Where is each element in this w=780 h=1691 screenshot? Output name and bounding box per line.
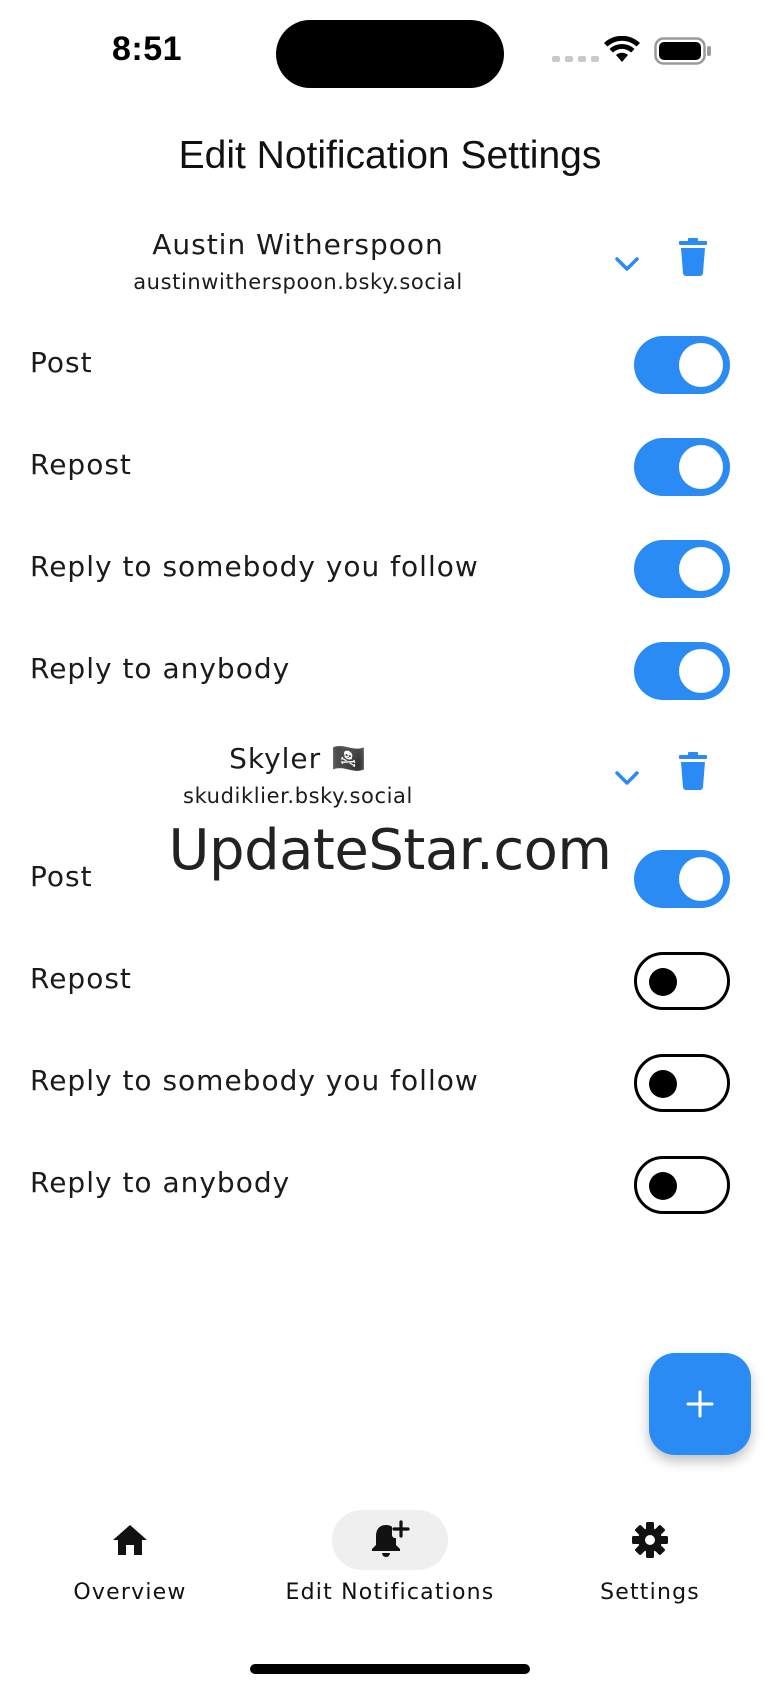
trash-icon[interactable]	[678, 752, 708, 790]
nav-label: Settings	[600, 1580, 700, 1605]
setting-label: Post	[30, 346, 93, 379]
nav-item-edit-notifications[interactable]: Edit Notifications	[260, 1500, 520, 1610]
nav-item-settings[interactable]: Settings	[520, 1500, 780, 1610]
status-time: 8:51	[112, 30, 183, 68]
setting-row-repost: Repost	[0, 950, 780, 1010]
post-toggle[interactable]	[634, 850, 730, 908]
repost-toggle[interactable]	[634, 952, 730, 1010]
nav-label: Overview	[73, 1580, 187, 1605]
setting-row-reply-anybody: Reply to anybody	[0, 640, 780, 700]
nav-icon-wrap	[592, 1510, 708, 1570]
setting-label: Repost	[30, 448, 132, 481]
toggle-knob	[679, 547, 723, 591]
setting-label: Repost	[30, 962, 132, 995]
plus-icon	[686, 1390, 714, 1418]
toggle-knob	[679, 445, 723, 489]
repost-toggle[interactable]	[634, 438, 730, 496]
toggle-knob	[649, 968, 677, 996]
dynamic-island	[276, 20, 504, 88]
reply-anybody-toggle[interactable]	[634, 1156, 730, 1214]
account-handle: austinwitherspoon.bsky.social	[133, 270, 463, 294]
setting-label: Reply to somebody you follow	[30, 550, 479, 583]
setting-label: Post	[30, 860, 93, 893]
chevron-down-icon[interactable]	[612, 252, 642, 276]
account-header: Skyler 🏴‍☠️ skudiklier.bsky.social	[0, 742, 780, 822]
nav-item-overview[interactable]: Overview	[0, 1500, 260, 1610]
account-name: Austin Witherspoon	[152, 228, 444, 261]
account-header: Austin Witherspoon austinwitherspoon.bsk…	[0, 228, 780, 308]
setting-label: Reply to anybody	[30, 652, 291, 685]
nav-icon-wrap	[72, 1510, 188, 1570]
battery-icon	[654, 37, 711, 65]
post-toggle[interactable]	[634, 336, 730, 394]
reply-following-toggle[interactable]	[634, 1054, 730, 1112]
bell-plus-icon	[372, 1520, 410, 1557]
toggle-knob	[649, 1070, 677, 1098]
nav-icon-wrap	[332, 1510, 448, 1570]
setting-row-reply-following: Reply to somebody you follow	[0, 1052, 780, 1112]
toggle-knob	[679, 649, 723, 693]
chevron-down-icon[interactable]	[612, 766, 642, 790]
toggle-knob	[679, 857, 723, 901]
toggle-knob	[649, 1172, 677, 1200]
reply-following-toggle[interactable]	[634, 540, 730, 598]
setting-row-reply-anybody: Reply to anybody	[0, 1154, 780, 1214]
nav-label: Edit Notifications	[285, 1580, 495, 1605]
setting-label: Reply to somebody you follow	[30, 1064, 479, 1097]
trash-icon[interactable]	[678, 238, 708, 276]
home-indicator[interactable]	[250, 1664, 530, 1674]
setting-label: Reply to anybody	[30, 1166, 291, 1199]
setting-row-post: Post	[0, 848, 780, 908]
setting-row-reply-following: Reply to somebody you follow	[0, 538, 780, 598]
home-icon	[113, 1525, 147, 1555]
toggle-knob	[679, 343, 723, 387]
account-handle: skudiklier.bsky.social	[183, 784, 413, 808]
reply-anybody-toggle[interactable]	[634, 642, 730, 700]
screen: 8:51 Edit Notification Settings Austin W…	[0, 0, 780, 1691]
setting-row-post: Post	[0, 334, 780, 394]
setting-row-repost: Repost	[0, 436, 780, 496]
gear-icon	[632, 1522, 668, 1558]
wifi-icon	[604, 36, 640, 62]
cellular-signal-icon	[552, 56, 599, 62]
page-title: Edit Notification Settings	[178, 134, 602, 177]
account-name: Skyler 🏴‍☠️	[229, 742, 367, 775]
bottom-nav: Overview Edit Notifications Settings	[0, 1500, 780, 1620]
add-account-button[interactable]	[649, 1353, 751, 1455]
